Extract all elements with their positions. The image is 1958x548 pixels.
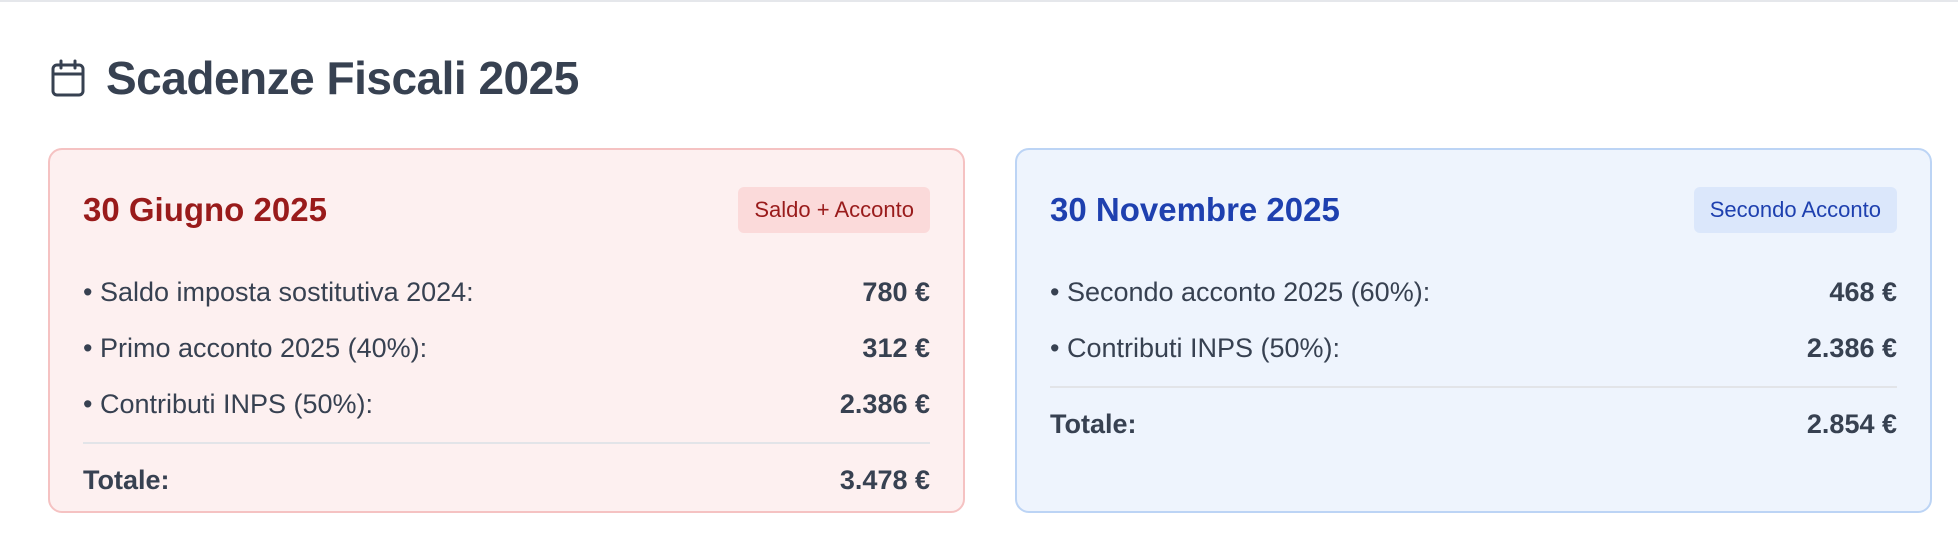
total-label: Totale: <box>1050 408 1137 439</box>
total-row: Totale: 3.478 € <box>83 452 930 508</box>
total-amount: 2.854 € <box>1806 408 1897 439</box>
list-item: • Saldo imposta sostitutiva 2024: 780 € <box>83 264 930 320</box>
total-row: Totale: 2.854 € <box>1050 396 1897 452</box>
list-item: • Primo acconto 2025 (40%): 312 € <box>83 320 930 376</box>
item-label: • Saldo imposta sostitutiva 2024: <box>83 276 474 307</box>
item-label: • Primo acconto 2025 (40%): <box>83 332 428 363</box>
calendar-icon <box>50 58 86 98</box>
card-header: 30 Novembre 2025 Secondo Acconto <box>1050 150 1897 264</box>
status-badge: Secondo Acconto <box>1693 187 1897 233</box>
deadline-card-june: 30 Giugno 2025 Saldo + Acconto • Saldo i… <box>48 148 965 513</box>
card-title: 30 Novembre 2025 <box>1050 191 1340 228</box>
list-item: • Secondo acconto 2025 (60%): 468 € <box>1050 264 1897 320</box>
total-amount: 3.478 € <box>839 464 930 495</box>
divider <box>83 442 930 444</box>
status-badge: Saldo + Acconto <box>738 187 930 233</box>
item-amount: 2.386 € <box>1806 332 1897 363</box>
card-header: 30 Giugno 2025 Saldo + Acconto <box>83 150 930 264</box>
item-amount: 468 € <box>1829 276 1897 307</box>
page-title: Scadenze Fiscali 2025 <box>106 52 579 104</box>
deadline-card-november: 30 Novembre 2025 Secondo Acconto • Secon… <box>1015 148 1932 513</box>
tax-deadlines-panel: Scadenze Fiscali 2025 30 Giugno 2025 Sal… <box>0 0 1958 548</box>
divider <box>1050 386 1897 388</box>
list-item: • Contributi INPS (50%): 2.386 € <box>83 376 930 432</box>
list-item: • Contributi INPS (50%): 2.386 € <box>1050 320 1897 376</box>
item-amount: 780 € <box>862 276 930 307</box>
item-label: • Contributi INPS (50%): <box>83 388 374 419</box>
card-title: 30 Giugno 2025 <box>83 191 327 228</box>
total-label: Totale: <box>83 464 170 495</box>
item-amount: 312 € <box>862 332 930 363</box>
item-label: • Secondo acconto 2025 (60%): <box>1050 276 1431 307</box>
item-label: • Contributi INPS (50%): <box>1050 332 1341 363</box>
panel-header: Scadenze Fiscali 2025 <box>50 50 579 106</box>
item-amount: 2.386 € <box>839 388 930 419</box>
